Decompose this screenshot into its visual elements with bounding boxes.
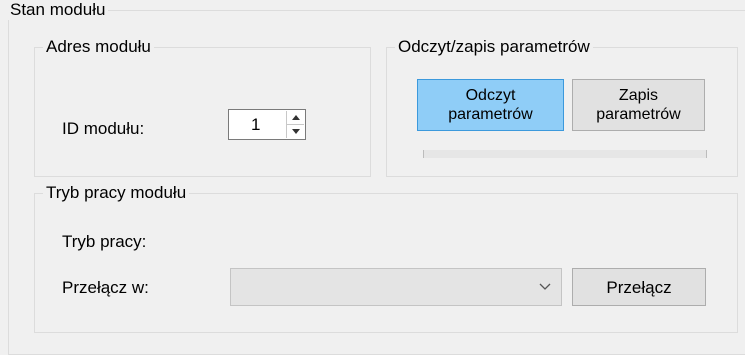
spinner-up-button[interactable] <box>287 111 304 125</box>
id-modulu-label: ID modułu: <box>62 119 145 138</box>
tryb-pracy-group: Tryb pracy modułu <box>34 183 738 333</box>
tryb-pracy-label: Tryb pracy: <box>62 232 147 251</box>
read-button-line2: parametrów <box>448 106 533 123</box>
parameters-progress-bar <box>423 150 707 158</box>
read-button-line1: Odczyt <box>465 87 516 104</box>
write-button-line1: Zapis <box>618 87 659 104</box>
przelacz-button[interactable]: Przełącz <box>572 268 706 306</box>
id-modulu-spinner[interactable]: 1 <box>228 109 306 140</box>
id-modulu-value[interactable]: 1 <box>251 115 260 135</box>
spinner-down-button[interactable] <box>287 125 304 139</box>
read-parameters-button[interactable]: Odczyt parametrów <box>417 79 564 131</box>
chevron-down-icon <box>539 283 551 290</box>
przelacz-button-label: Przełącz <box>606 277 672 297</box>
write-parameters-button[interactable]: Zapis parametrów <box>572 79 705 131</box>
przelacz-w-label: Przełącz w: <box>62 278 149 297</box>
mode-select-dropdown[interactable] <box>230 268 562 306</box>
tryb-pracy-title: Tryb pracy modułu <box>43 183 190 203</box>
adres-modulu-group: Adres modułu <box>34 37 371 177</box>
spinner-arrows <box>286 111 304 138</box>
odczyt-zapis-title: Odczyt/zapis parametrów <box>395 37 593 57</box>
adres-modulu-title: Adres modułu <box>43 37 154 57</box>
stan-modulu-title: Stan modułu <box>7 0 109 20</box>
arrow-up-icon <box>291 114 300 120</box>
arrow-down-icon <box>291 128 300 134</box>
write-button-line2: parametrów <box>596 106 681 123</box>
